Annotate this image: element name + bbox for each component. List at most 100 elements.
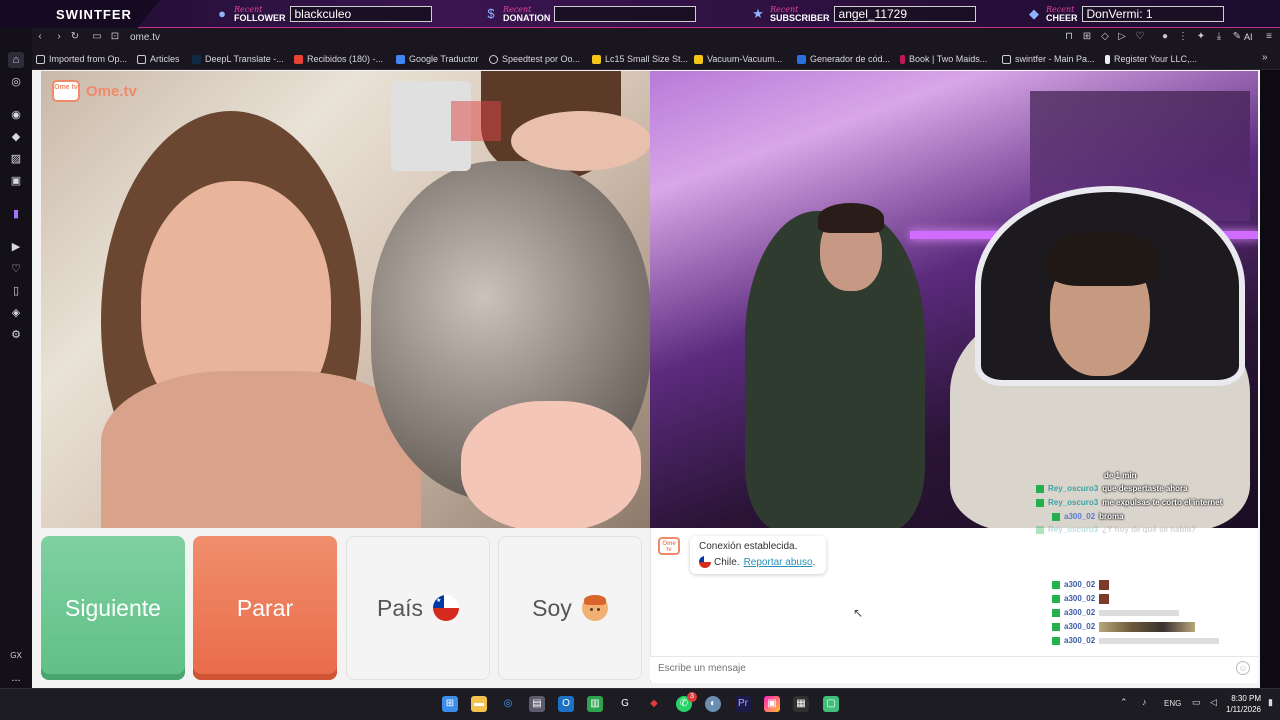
book-icon [900,54,905,64]
twitch-message: Rey_oscuro3 ¿Y hoy de qué se habla? [1036,525,1196,535]
snapshot-icon[interactable]: ⊞ [1080,30,1094,44]
controller-icon[interactable]: ◎ [8,74,24,90]
blurred-text [1099,610,1180,616]
stop-button[interactable]: Parar [193,536,337,680]
language-indicator[interactable]: ENG [1164,699,1181,708]
network-icon[interactable]: ▭ [1192,697,1201,708]
sub-badge-icon [1052,637,1060,645]
system-clock[interactable]: 8:30 PM 1/11/2026 [1226,693,1261,715]
sub-badge-icon [1036,499,1044,507]
bookmarks-overflow-icon[interactable]: » [1262,52,1268,63]
bookmark-item[interactable]: swintfer - Main Pa... [1002,52,1095,66]
recent-subscriber-widget: ★ Recent SUBSCRIBER angel_11729 [750,2,976,26]
more-icon[interactable]: ... [8,670,24,686]
bookmark-item[interactable]: Articles [137,52,180,66]
cheer-label: CHEER [1046,13,1078,23]
steam-icon[interactable]: ◐ [705,696,721,712]
streamer-brand: SWINTFER [0,0,160,28]
report-abuse-link[interactable]: Reportar abuso [744,557,813,568]
notification-badge: 3 [687,692,697,702]
emote-icon [1099,580,1110,590]
address-bar[interactable]: ome.tv [130,32,160,43]
streaming-app-icon[interactable]: ▢ [823,696,839,712]
diamond-app-icon[interactable]: ◆ [8,129,24,145]
chat-time: de 1 min [1104,471,1137,480]
page-icon[interactable]: ▯ [8,283,24,299]
heart-icon[interactable]: ♡ [8,261,24,277]
bookmark-item[interactable]: Book | Two Maids... [900,52,987,66]
play-icon[interactable]: ▷ [1115,30,1129,44]
bookmark-item[interactable]: DeepL Translate -... [192,52,284,66]
message-field[interactable] [650,656,1258,680]
browser-icon[interactable]: ◎ [500,696,516,712]
lc15-icon [592,54,601,64]
bookmark-item[interactable]: Recibidos (180) -... [294,52,383,66]
reload-icon[interactable]: ↻ [68,30,82,44]
country-button[interactable]: País ★ [346,536,490,680]
store-icon[interactable]: ▤ [529,696,545,712]
outlook-icon[interactable]: O [558,696,574,712]
gx-label[interactable]: GX [8,648,24,664]
bookmark-item[interactable]: Vacuum-Vacuum... [694,52,782,66]
next-button[interactable]: Siguiente [41,536,185,680]
forward-icon[interactable]: › [52,30,66,44]
emoji-icon[interactable]: ☺ [1236,661,1250,675]
ai-label[interactable]: AI [1244,32,1253,42]
shield-icon[interactable]: ◇ [1098,30,1112,44]
folder-icon [36,54,45,64]
twitch-message: a300_02 broma [1052,512,1124,522]
bookmark-item[interactable]: Lc15 Small Size St... [592,52,688,66]
tray-chevron-icon[interactable]: ⌃ [1120,697,1128,708]
back-icon[interactable]: ‹ [33,30,47,44]
wallet-icon[interactable]: ● [1158,30,1172,44]
explorer-icon[interactable]: ▬ [471,696,487,712]
gender-button[interactable]: Soy [498,536,642,680]
gmail-icon [294,54,303,64]
image-icon[interactable]: ▨ [8,151,24,167]
cheer-value: DonVermi: 1 [1081,6,1224,22]
sub-badge-icon [1036,526,1044,534]
puzzle-icon[interactable]: ✦ [1194,30,1208,44]
settings-icon[interactable]: ⚙ [8,327,24,343]
bookmark-item[interactable]: Google Traductor [396,52,479,66]
start-icon[interactable]: ⊞ [442,696,458,712]
twitch-icon[interactable]: ▮ [8,206,24,222]
sheets-icon[interactable]: ▥ [587,696,603,712]
menu-grid-icon[interactable]: ⋮ [1176,30,1190,44]
message-input[interactable] [658,663,1218,674]
blurred-link [1099,638,1220,644]
extension-icon[interactable]: ◈ [8,305,24,321]
bookmark-item[interactable]: Register Your LLC,... [1105,52,1197,66]
donation-value [554,6,697,22]
bookmark-item[interactable]: Imported from Op... [36,52,127,66]
home-icon[interactable]: ⌂ [8,52,24,68]
sidebar-toggle-icon[interactable]: ≡ [1262,30,1276,44]
premiere-icon[interactable]: Pr [735,696,751,712]
emote-icon [1099,594,1110,604]
player-icon[interactable]: ▶ [8,239,24,255]
boy-avatar-icon [581,595,608,621]
box-icon[interactable]: ▣ [8,173,24,189]
favorite-icon[interactable]: ♡ [1133,30,1147,44]
mic-icon[interactable]: ♪ [1142,697,1147,707]
photos-icon[interactable]: ▣ [764,696,780,712]
ai-icon[interactable]: ✎ [1230,30,1244,44]
volume-icon[interactable]: ◁ [1210,697,1217,708]
browser-sidebar [0,28,32,688]
ometv-logo[interactable]: Ome tv Ome.tv [52,80,137,102]
camera-icon[interactable]: ▭ [90,30,104,44]
obs-icon[interactable]: ▦ [793,696,809,712]
notifications-icon[interactable]: ▮ [1268,697,1273,708]
opera-gx-icon[interactable]: ◆ [646,696,662,712]
bookmark-item[interactable]: Generador de cód... [797,52,890,66]
country-name: Chile. [714,556,740,568]
messenger-icon[interactable]: ◉ [8,107,24,123]
twitch-message: Rey_oscuro3 que despertaste ahora [1036,484,1188,494]
pin-icon[interactable]: ⊓ [1062,30,1076,44]
speedtest-icon [489,54,498,64]
person-icon: ● [218,6,226,21]
download-icon[interactable]: ⤓ [1212,30,1226,44]
bookmark-item[interactable]: Speedtest por Oo... [489,52,580,66]
deepl-icon [192,54,201,64]
g-icon[interactable]: G [617,696,633,712]
